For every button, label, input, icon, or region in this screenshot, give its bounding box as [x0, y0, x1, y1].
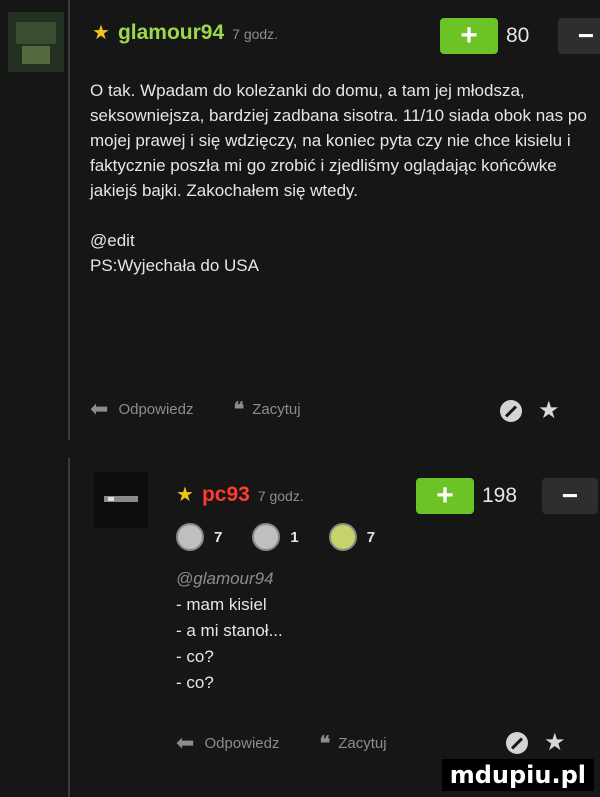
downvote-button[interactable]: − — [542, 478, 598, 514]
comment-line: - mam kisiel — [176, 595, 267, 614]
comment-paragraph: O tak. Wpadam do koleżanki do domu, a ta… — [90, 81, 587, 200]
reply-link[interactable]: Odpowiedz — [204, 735, 279, 752]
block-icon[interactable] — [500, 399, 522, 422]
badge-icon — [252, 523, 281, 551]
star-icon: ★ — [176, 484, 194, 506]
reply-link[interactable]: Odpowiedz — [118, 401, 193, 418]
comment-header: ★ pc93 7 godz. — [176, 482, 304, 507]
comment-actions: ⬅ Odpowiedz ❝ Zacytuj — [176, 730, 387, 756]
reply-icon: ⬅ — [176, 730, 195, 755]
avatar-image — [8, 12, 64, 72]
watermark-logo: mdupiu.pl — [441, 759, 594, 791]
comment-actions: ⬅ Odpowiedz ❝ Zacytuj — [90, 396, 301, 422]
comment-line: - co? — [176, 673, 214, 692]
thread-line — [68, 0, 70, 440]
comment-paragraph: PS:Wyjechała do USA — [90, 256, 259, 275]
quote-icon: ❝ — [233, 398, 244, 421]
block-icon[interactable] — [506, 731, 528, 754]
comment-body: O tak. Wpadam do koleżanki do domu, a ta… — [90, 78, 595, 278]
quote-link[interactable]: Zacytuj — [252, 401, 300, 418]
badge-icon — [176, 523, 204, 551]
vote-box: + 198 − — [416, 478, 598, 514]
badge-count: 7 — [366, 528, 376, 546]
badge-count: 1 — [290, 528, 299, 546]
comment-header: ★ glamour94 7 godz. — [92, 20, 278, 45]
mention-link[interactable]: @glamour94 — [176, 566, 576, 592]
upvote-button[interactable]: + — [440, 18, 498, 54]
timestamp: 7 godz. — [232, 26, 279, 42]
comment-tools: ★ — [506, 728, 566, 757]
thread-line — [68, 458, 70, 797]
user-badges: 7 1 7 — [176, 523, 375, 551]
favorite-star-icon[interactable]: ★ — [538, 396, 560, 425]
downvote-button[interactable]: − — [558, 18, 600, 54]
avatar[interactable] — [8, 12, 64, 72]
comment-paragraph: @edit — [90, 231, 135, 250]
comment-line: - a mi stanoł... — [176, 621, 283, 640]
favorite-star-icon[interactable]: ★ — [544, 728, 566, 757]
timestamp: 7 godz. — [257, 488, 304, 504]
badge-icon — [328, 523, 357, 551]
username-link[interactable]: pc93 — [202, 483, 250, 507]
quote-link[interactable]: Zacytuj — [338, 735, 386, 752]
vote-score: 80 — [506, 24, 530, 47]
quote-icon: ❝ — [319, 732, 330, 755]
vote-score: 198 — [482, 484, 518, 507]
comment-line: - co? — [176, 647, 214, 666]
reply-icon: ⬅ — [90, 396, 109, 421]
username-link[interactable]: glamour94 — [118, 21, 224, 45]
vote-box: + 80 − — [440, 18, 600, 54]
star-icon: ★ — [92, 22, 110, 44]
avatar[interactable] — [94, 472, 148, 528]
upvote-button[interactable]: + — [416, 478, 474, 514]
comment-body: @glamour94 - mam kisiel - a mi stanoł...… — [176, 566, 576, 696]
badge-count: 7 — [214, 528, 223, 546]
comment-tools: ★ — [500, 396, 560, 425]
avatar-image — [94, 472, 148, 528]
